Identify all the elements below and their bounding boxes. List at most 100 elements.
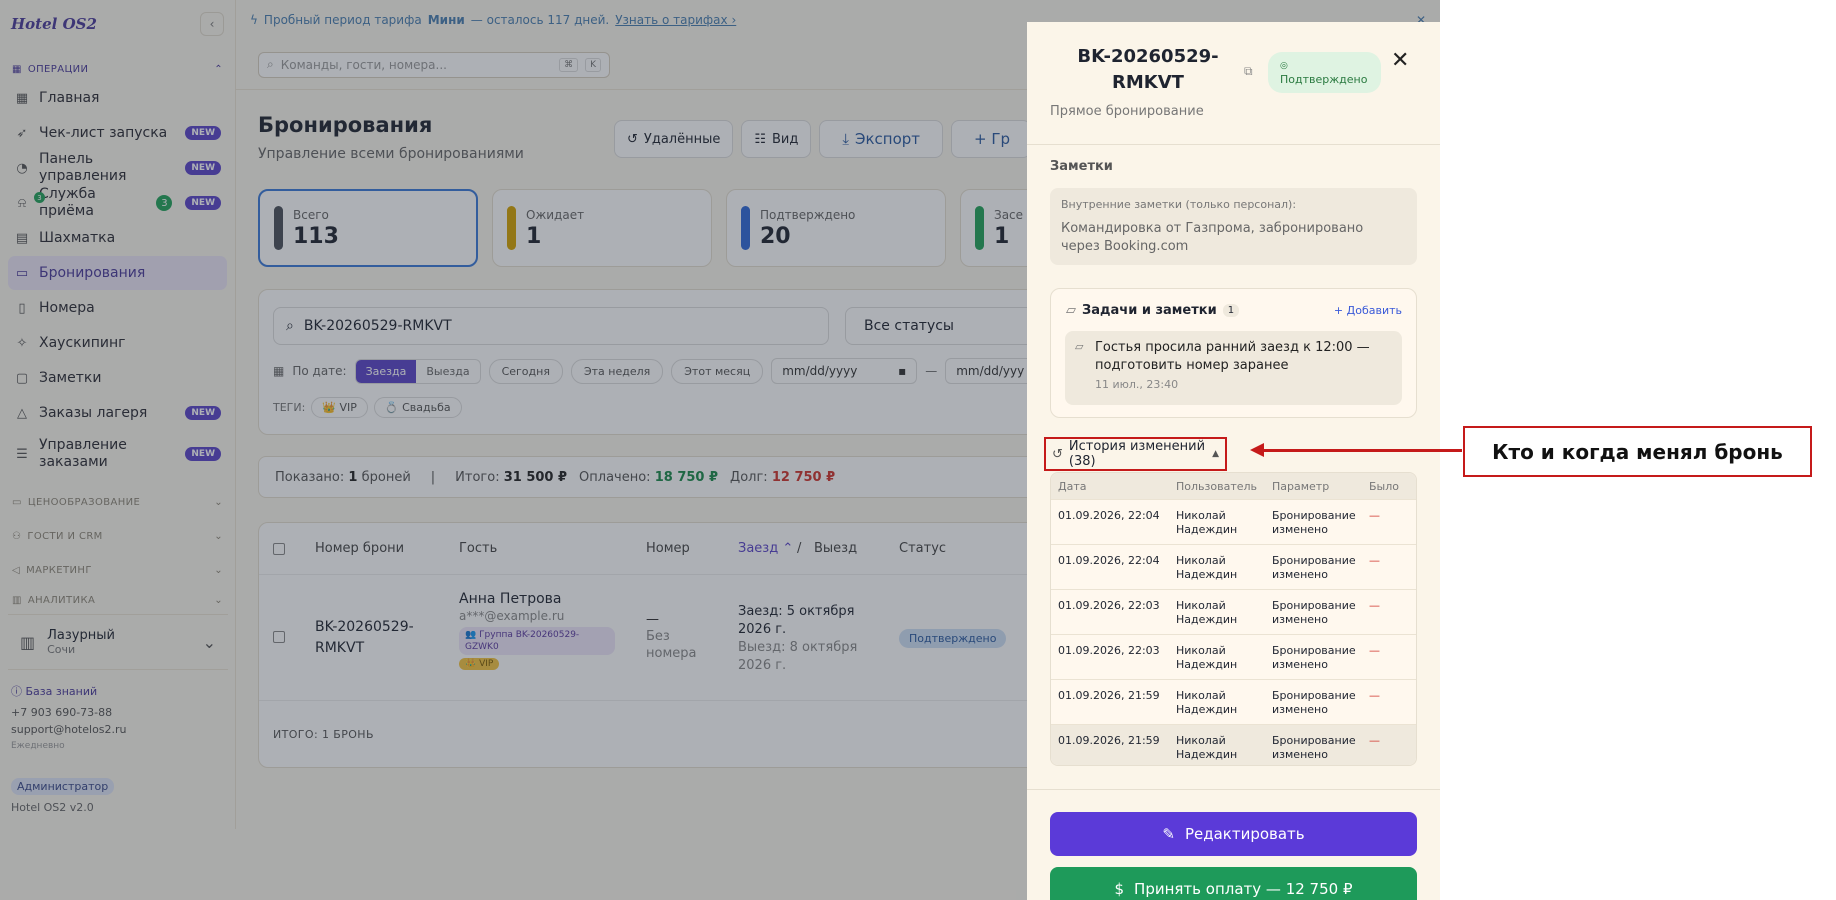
history-row: 01.09.2026, 22:03 Николай Надеждин Бронир…: [1051, 635, 1416, 680]
status-badge: ◎ Подтверждено: [1268, 52, 1382, 93]
user-first: Николай: [1176, 689, 1226, 702]
history-date: 01.09.2026, 22:04: [1058, 554, 1160, 567]
accept-payment-button[interactable]: $ Принять оплату — 12 750 ₽: [1050, 867, 1417, 900]
param-line: изменено: [1272, 523, 1328, 536]
history-was: —: [1369, 509, 1380, 522]
history-date: 01.09.2026, 21:59: [1058, 734, 1160, 747]
history-date: 01.09.2026, 22:04: [1058, 509, 1160, 522]
history-was: —: [1369, 554, 1380, 567]
user-first: Николай: [1176, 599, 1226, 612]
divider: [1027, 789, 1440, 790]
history-param: Бронирование изменено: [1272, 734, 1356, 762]
history-param: Бронирование изменено: [1272, 599, 1356, 627]
edit-booking-button[interactable]: ✎ Редактировать: [1050, 812, 1417, 856]
copy-icon[interactable]: ⧉: [1244, 64, 1253, 79]
drawer-title: BK-20260529- RMKVT: [1063, 44, 1233, 96]
history-user: Николай Надеждин: [1176, 554, 1237, 582]
param-line: изменено: [1272, 568, 1328, 581]
history-title: История изменений (38): [1068, 439, 1206, 469]
user-last: Надеждин: [1176, 568, 1238, 581]
divider: [1027, 144, 1440, 145]
history-icon: ↺: [1052, 446, 1063, 462]
user-first: Николай: [1176, 734, 1226, 747]
history-param: Бронирование изменено: [1272, 509, 1356, 537]
close-drawer-button[interactable]: ✕: [1391, 48, 1409, 73]
user-first: Николай: [1176, 509, 1226, 522]
history-user: Николай Надеждин: [1176, 689, 1237, 717]
history-toggle[interactable]: ↺ История изменений (38) ▲: [1044, 437, 1227, 471]
history-user: Николай Надеждин: [1176, 599, 1237, 627]
history-row: 01.09.2026, 22:03 Николай Надеждин Бронир…: [1051, 590, 1416, 635]
title-line: RMKVT: [1112, 72, 1184, 93]
history-user: Николай Надеждин: [1176, 734, 1237, 762]
col-user: Пользователь: [1176, 480, 1258, 493]
param-line: Бронирование: [1272, 599, 1356, 612]
user-last: Надеждин: [1176, 613, 1238, 626]
callout-arrow-line: [1262, 449, 1462, 452]
history-was: —: [1369, 689, 1380, 702]
history-table: Дата Пользователь Параметр Было 01.09.20…: [1050, 472, 1417, 766]
history-param: Бронирование изменено: [1272, 689, 1356, 717]
col-date: Дата: [1058, 480, 1087, 493]
history-date: 01.09.2026, 22:03: [1058, 644, 1160, 657]
param-line: изменено: [1272, 703, 1328, 716]
close-icon: ✕: [1391, 48, 1410, 73]
user-last: Надеждин: [1176, 658, 1238, 671]
user-first: Николай: [1176, 554, 1226, 567]
param-line: изменено: [1272, 613, 1328, 626]
add-task-button[interactable]: + Добавить: [1334, 304, 1402, 317]
history-date: 01.09.2026, 21:59: [1058, 689, 1160, 702]
history-was: —: [1369, 734, 1380, 747]
history-user: Николай Надеждин: [1176, 644, 1237, 672]
booking-drawer: BK-20260529- RMKVT ⧉ ◎ Подтверждено ✕ Прям…: [1027, 22, 1440, 900]
user-last: Надеждин: [1176, 703, 1238, 716]
chat-icon: ▱: [1075, 340, 1084, 353]
tasks-heading: ▱ Задачи и заметки 1: [1066, 303, 1240, 318]
callout-arrow-head: [1250, 443, 1264, 457]
history-header: Дата Пользователь Параметр Было: [1051, 473, 1416, 500]
history-param: Бронирование изменено: [1272, 554, 1356, 582]
notes-text: Командировка от Газпрома, забронировано …: [1061, 221, 1364, 254]
caret-up-icon: ▲: [1212, 449, 1219, 459]
button-label: Принять оплату — 12 750 ₽: [1134, 880, 1353, 898]
history-was: —: [1369, 599, 1380, 612]
button-label: Редактировать: [1184, 825, 1305, 843]
history-was: —: [1369, 644, 1380, 657]
status-label: Подтверждено: [1280, 73, 1368, 86]
notes-label: Внутренние заметки (только персонал):: [1061, 198, 1297, 211]
task-date: 11 июл., 23:40: [1095, 378, 1179, 391]
history-row: 01.09.2026, 22:04 Николай Надеждин Бронир…: [1051, 545, 1416, 590]
user-last: Надеждин: [1176, 748, 1238, 761]
history-row: 01.09.2026, 21:59 Николай Надеждин Бронир…: [1051, 680, 1416, 725]
chat-icon: ▱: [1066, 303, 1076, 318]
callout-annotation: Кто и когда менял бронь: [1463, 426, 1812, 477]
param-line: Бронирование: [1272, 689, 1356, 702]
param-line: изменено: [1272, 748, 1328, 761]
dollar-icon: $: [1114, 880, 1125, 898]
param-line: Бронирование: [1272, 509, 1356, 522]
booking-source: Прямое бронирование: [1050, 104, 1204, 119]
check-circle-icon: ◎: [1280, 61, 1288, 71]
task-item[interactable]: ▱ Гостья просила ранний заезд к 12:00 — …: [1065, 331, 1402, 405]
history-param: Бронирование изменено: [1272, 644, 1356, 672]
history-user: Николай Надеждин: [1176, 509, 1237, 537]
param-line: Бронирование: [1272, 734, 1356, 747]
internal-notes: Внутренние заметки (только персонал): Ко…: [1050, 188, 1417, 265]
param-line: изменено: [1272, 658, 1328, 671]
edit-icon: ✎: [1162, 825, 1175, 843]
task-text: Гостья просила ранний заезд к 12:00 — по…: [1095, 340, 1370, 373]
notes-heading: Заметки: [1050, 159, 1113, 174]
tasks-panel: ▱ Задачи и заметки 1 + Добавить ▱ Гостья п…: [1050, 288, 1417, 418]
user-last: Надеждин: [1176, 523, 1238, 536]
tasks-count: 1: [1222, 304, 1240, 317]
user-first: Николай: [1176, 644, 1226, 657]
param-line: Бронирование: [1272, 644, 1356, 657]
col-param: Параметр: [1272, 480, 1330, 493]
app-window: Hotel OS2 ‹ ▦ ОПЕРАЦИИ ⌃ ▦ Главная ➶ Чек-ли…: [0, 0, 1440, 900]
param-line: Бронирование: [1272, 554, 1356, 567]
col-was: Было: [1369, 480, 1399, 493]
history-row: 01.09.2026, 22:04 Николай Надеждин Бронир…: [1051, 500, 1416, 545]
history-date: 01.09.2026, 22:03: [1058, 599, 1160, 612]
tasks-title: Задачи и заметки: [1082, 303, 1217, 318]
title-line: BK-20260529-: [1077, 46, 1219, 67]
